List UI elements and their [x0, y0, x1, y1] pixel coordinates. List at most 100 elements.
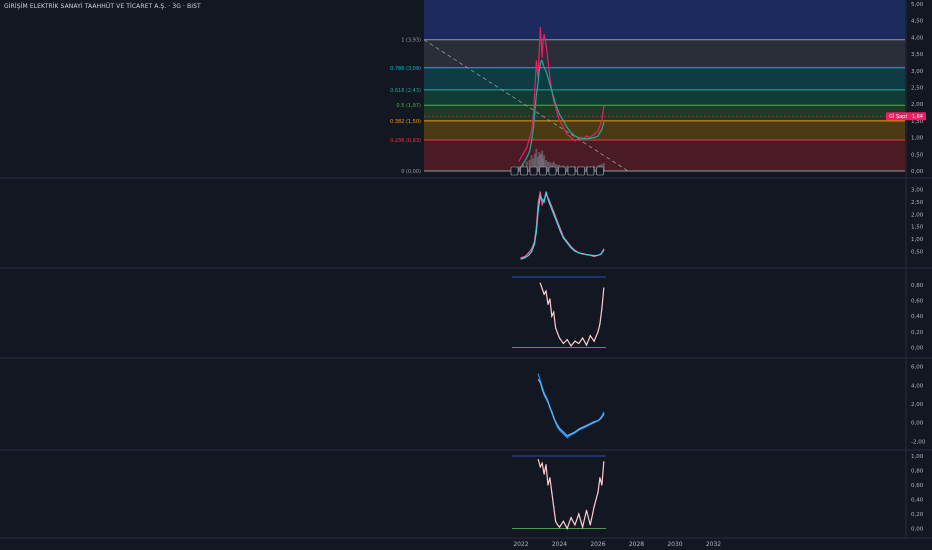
event-marker	[577, 166, 585, 176]
data-point	[578, 513, 580, 515]
data-point	[518, 160, 520, 162]
x-tick-label: 2032	[706, 541, 721, 548]
fib-zone	[424, 105, 905, 121]
y-tick-label: 2,50	[911, 86, 924, 92]
event-marker	[596, 166, 604, 176]
x-tick-label: 2030	[667, 541, 682, 548]
y-tick-label: 0,20	[911, 512, 924, 518]
fibonacci-retracement[interactable]: 1 (3,93) 0.786 (3,09) 0.618 (2,43) 0.5 (1,9…	[390, 0, 905, 175]
volume-bar	[546, 161, 549, 171]
data-point	[556, 424, 559, 427]
data-point	[566, 339, 568, 341]
data-point	[589, 137, 591, 139]
y-tick-label: 0,80	[911, 283, 924, 289]
data-point	[535, 60, 538, 62]
data-point	[545, 290, 547, 292]
y-tick-label: 0,00	[911, 527, 924, 533]
y-tick-label: 0,50	[911, 250, 924, 256]
y-tick-label: 0,20	[911, 330, 924, 336]
data-point	[582, 337, 584, 339]
data-point	[597, 130, 599, 132]
data-point	[589, 254, 591, 256]
data-point	[599, 323, 601, 325]
data-point	[537, 83, 539, 85]
y-tick-label: 2,00	[911, 402, 924, 408]
y-tick-label: 4,50	[911, 19, 924, 25]
data-point	[589, 423, 591, 425]
data-point	[530, 130, 533, 132]
data-point	[534, 110, 536, 112]
data-point	[526, 157, 528, 159]
data-point	[558, 526, 561, 528]
data-point	[549, 407, 551, 409]
fib-zone	[424, 120, 905, 140]
data-point	[556, 108, 559, 110]
data-point	[541, 198, 543, 200]
data-point	[601, 416, 603, 418]
fib-level-label: 0.5 (1,97)	[396, 103, 421, 109]
data-point	[543, 201, 545, 203]
fib-level-label: 0.786 (3,09)	[390, 66, 421, 72]
data-point	[528, 254, 530, 256]
fib-level-label: 0 (0,00)	[401, 169, 421, 175]
data-point	[541, 462, 543, 464]
data-point	[570, 137, 572, 139]
data-point	[566, 126, 568, 129]
data-point	[555, 421, 557, 423]
data-point	[603, 105, 605, 107]
data-point	[599, 125, 601, 127]
data-point	[542, 63, 544, 65]
data-point	[597, 491, 599, 493]
data-point	[532, 126, 535, 129]
y-tick-label: 5,00	[911, 2, 924, 8]
data-point	[603, 413, 605, 415]
data-point	[574, 340, 576, 342]
data-point	[545, 464, 547, 466]
data-point	[539, 466, 541, 468]
data-point	[547, 484, 549, 486]
data-point	[558, 429, 561, 431]
data-point	[562, 342, 564, 345]
y-tick-label: 0,00	[911, 345, 924, 351]
data-point	[582, 526, 584, 528]
data-point	[593, 133, 595, 135]
data-point	[570, 517, 572, 519]
data-point	[551, 90, 553, 92]
data-point	[585, 509, 588, 512]
fib-zone	[424, 139, 905, 171]
event-marker	[520, 166, 528, 176]
data-point	[539, 196, 541, 198]
data-point	[541, 60, 543, 62]
data-point	[599, 418, 601, 420]
data-point	[585, 135, 588, 137]
data-point	[603, 249, 605, 251]
data-point	[578, 342, 580, 345]
data-point	[537, 379, 539, 381]
y-tick-label: 2,50	[911, 200, 924, 206]
price-badge-value: 1,64	[912, 114, 923, 120]
y-tick-label: 6,00	[911, 365, 924, 371]
data-point	[554, 216, 556, 218]
data-point	[593, 254, 595, 257]
data-point	[551, 208, 553, 210]
data-point	[570, 433, 572, 435]
y-tick-label: 0,60	[911, 483, 924, 489]
data-point	[597, 254, 599, 256]
data-point	[558, 337, 561, 339]
data-point	[582, 137, 584, 139]
data-point	[555, 103, 557, 105]
data-point	[529, 150, 531, 152]
data-point	[574, 250, 576, 252]
symbol-title[interactable]: GİRİŞİM ELEKTRİK SANAYİ TAAHHÜT VE TİCAR…	[4, 3, 201, 10]
data-point	[562, 431, 564, 433]
data-point	[543, 394, 545, 396]
data-point	[553, 311, 555, 313]
y-tick-label: 3,50	[911, 52, 924, 58]
data-point	[555, 327, 557, 329]
data-point	[578, 252, 580, 254]
y-tick-label: 0,50	[911, 152, 924, 158]
data-point	[574, 431, 576, 433]
data-point	[535, 93, 538, 95]
fib-zone-extension	[424, 0, 905, 40]
data-point	[530, 250, 533, 253]
